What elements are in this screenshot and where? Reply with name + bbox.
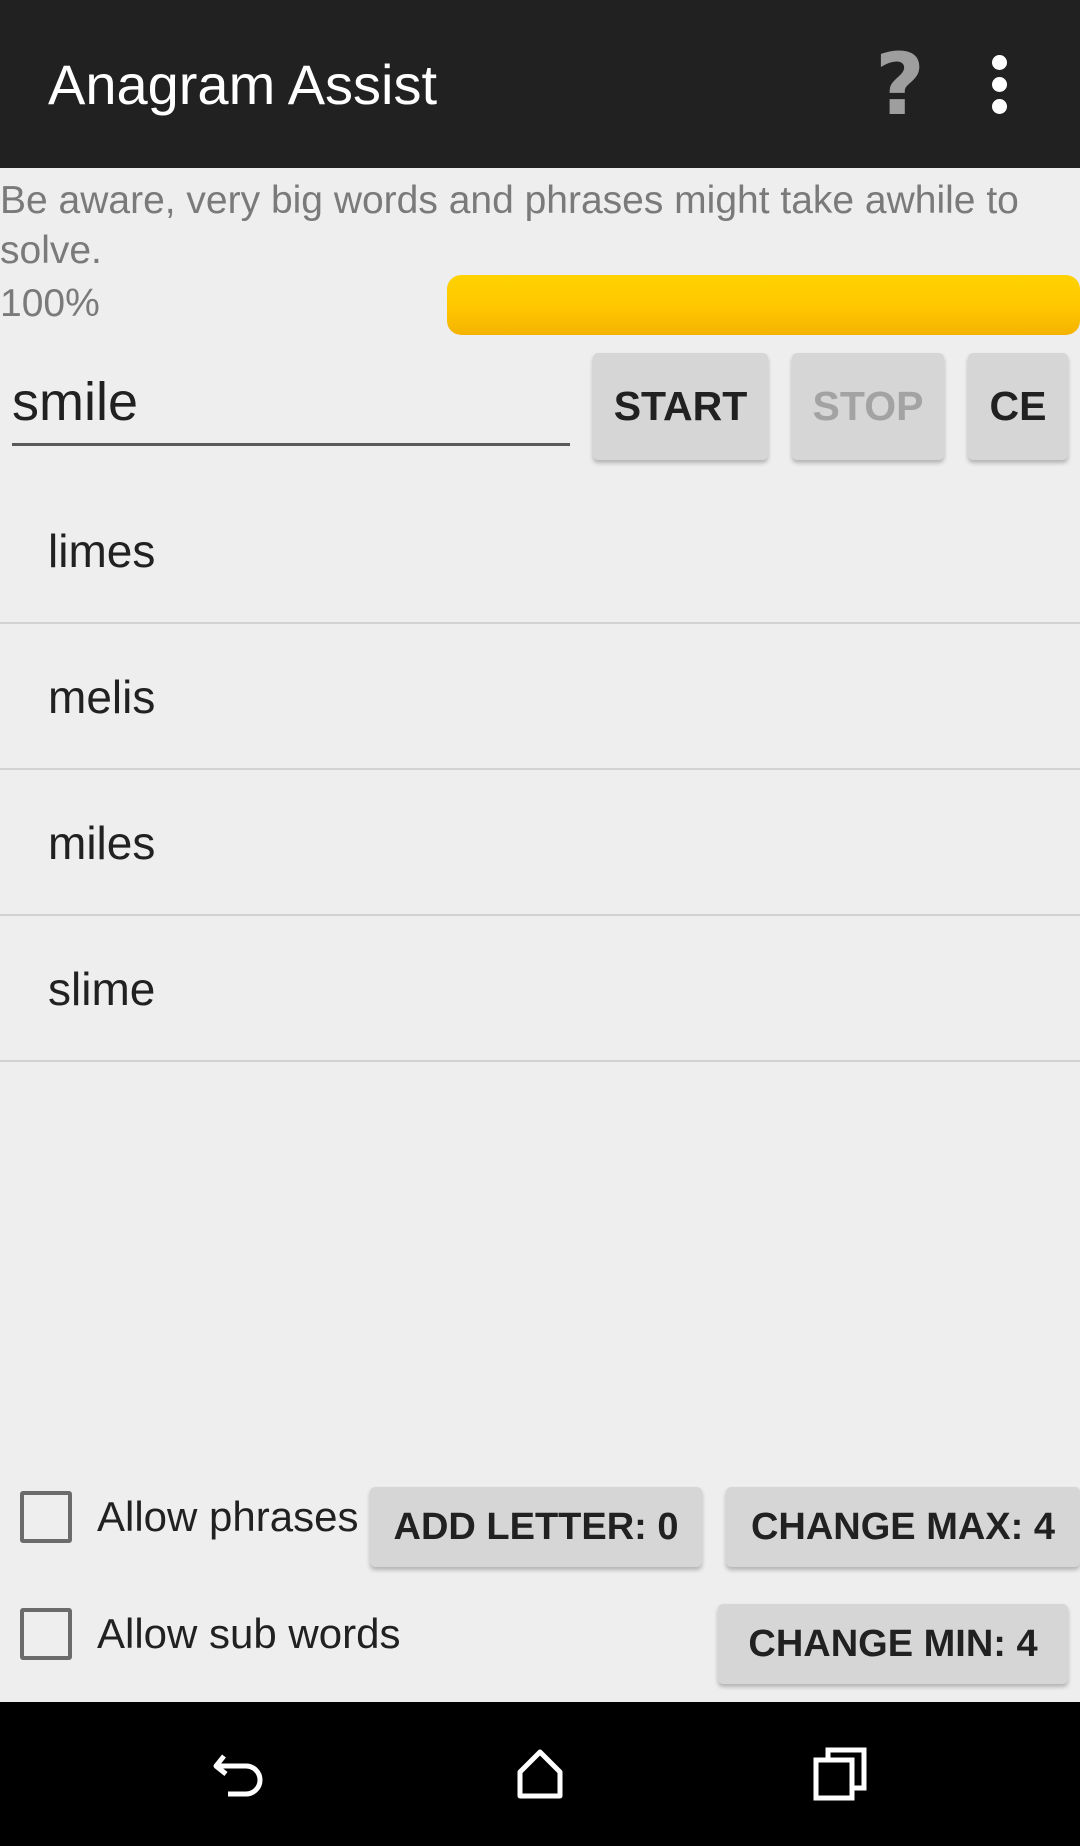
add-letter-button[interactable]: ADD LETTER: 0 (370, 1487, 702, 1567)
result-item[interactable]: melis (0, 624, 1080, 770)
allow-phrases-checkbox[interactable] (20, 1491, 72, 1543)
back-icon[interactable] (210, 1744, 270, 1804)
allow-phrases-option[interactable]: Allow phrases (20, 1487, 370, 1547)
overflow-menu-icon[interactable] (985, 55, 1015, 115)
progress-percent-label: 100% (0, 282, 100, 325)
recent-apps-icon[interactable] (810, 1744, 870, 1804)
app-bar: Anagram Assist ? (0, 0, 1080, 168)
help-icon[interactable]: ? (875, 40, 925, 130)
results-list: limes melis miles slime (0, 478, 1080, 1062)
change-max-button[interactable]: CHANGE MAX: 4 (726, 1487, 1080, 1567)
allow-sub-words-checkbox[interactable] (20, 1608, 72, 1660)
home-icon[interactable] (510, 1744, 570, 1804)
allow-phrases-label: Allow phrases (97, 1493, 359, 1540)
change-min-button[interactable]: CHANGE MIN: 4 (718, 1604, 1068, 1684)
warning-text: Be aware, very big words and phrases mig… (0, 179, 1019, 272)
progress-bar-fill (447, 275, 1080, 335)
stop-button[interactable]: STOP (792, 353, 944, 460)
app-title: Anagram Assist (48, 53, 438, 116)
allow-sub-words-option[interactable]: Allow sub words (20, 1604, 440, 1664)
result-item[interactable]: miles (0, 770, 1080, 916)
start-button[interactable]: START (593, 353, 768, 460)
clear-entry-button[interactable]: CE (968, 353, 1068, 460)
progress-bar (447, 275, 1080, 335)
result-item[interactable]: limes (0, 478, 1080, 624)
word-input[interactable] (12, 360, 570, 446)
navigation-bar (0, 1702, 1080, 1846)
result-item[interactable]: slime (0, 916, 1080, 1062)
allow-sub-words-label: Allow sub words (97, 1610, 401, 1657)
